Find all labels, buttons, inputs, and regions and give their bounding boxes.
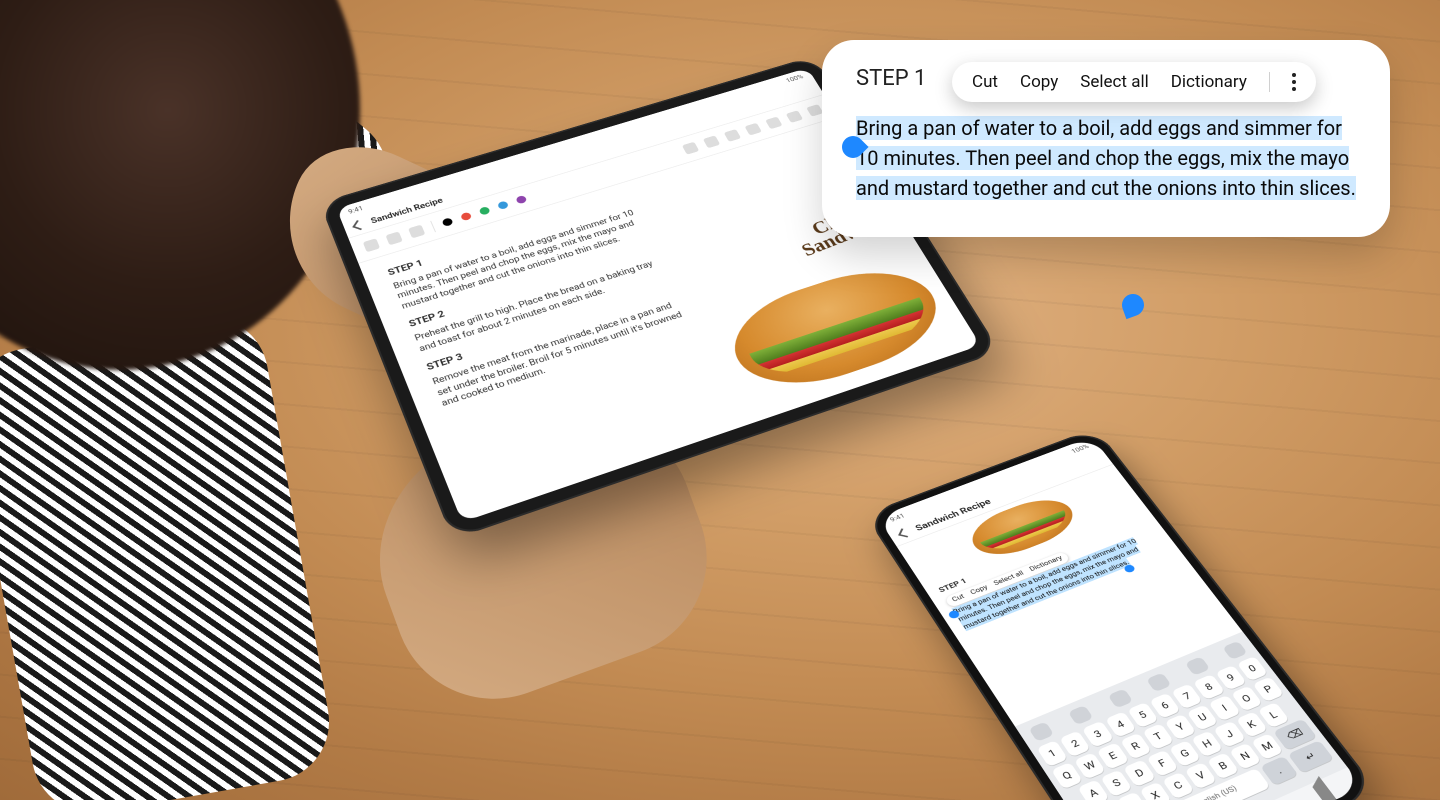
text-tool-icon[interactable]: [745, 123, 762, 136]
context-dictionary[interactable]: Dictionary: [1171, 72, 1247, 92]
context-cut[interactable]: Cut: [972, 72, 998, 92]
pen-tool-icon[interactable]: [363, 238, 380, 252]
phone-screen: 9:41 100% Sandwich Recipe STEP 1 Cut Cop…: [877, 437, 1363, 800]
color-swatch-black[interactable]: [441, 217, 453, 227]
keyboard-settings-icon[interactable]: [1028, 721, 1054, 742]
favorite-icon[interactable]: [786, 110, 803, 123]
color-swatch-green[interactable]: [478, 206, 490, 216]
color-swatch-blue[interactable]: [497, 200, 509, 210]
scene-photo: 9:41 100% Sandwich Recipe: [0, 0, 1440, 800]
phone-device: 9:41 100% Sandwich Recipe STEP 1 Cut Cop…: [864, 428, 1378, 800]
undo-icon[interactable]: [682, 142, 699, 155]
lasso-tool-icon[interactable]: [724, 129, 741, 142]
status-time: 9:41: [888, 512, 905, 523]
text-context-menu: Cut Copy Select all Dictionary: [952, 62, 1316, 102]
keyboard-more-icon[interactable]: [1222, 641, 1248, 660]
redo-icon[interactable]: [703, 135, 720, 148]
context-select-all[interactable]: Select all: [1080, 72, 1148, 92]
context-separator: [1269, 72, 1270, 92]
callout-selected-text[interactable]: Bring a pan of water to a boil, add eggs…: [856, 113, 1356, 203]
color-swatch-red[interactable]: [460, 212, 472, 222]
sandwich-illustration: [715, 255, 957, 403]
back-icon[interactable]: [898, 528, 911, 537]
toolbar-separator: [430, 221, 436, 233]
eraser-tool-icon[interactable]: [408, 225, 425, 239]
keyboard-gif-icon[interactable]: [1107, 689, 1133, 709]
color-swatch-purple[interactable]: [515, 195, 527, 205]
keyboard-mic-icon[interactable]: [1146, 672, 1172, 692]
share-icon[interactable]: [765, 117, 782, 130]
context-copy[interactable]: Copy: [1020, 72, 1058, 92]
on-screen-keyboard: 1234567890 QWERTYUIOP ASDFGHJKL ⇧ ZXCVBN…: [1015, 632, 1348, 800]
keyboard-clipboard-icon[interactable]: [1184, 656, 1210, 676]
highlighter-tool-icon[interactable]: [385, 231, 402, 245]
back-icon[interactable]: [352, 220, 365, 230]
selection-handle-end[interactable]: [1119, 291, 1147, 319]
highlighted-text[interactable]: Bring a pan of water to a boil, add eggs…: [856, 116, 1356, 200]
person-sleeve: [0, 308, 339, 800]
selection-handle-end[interactable]: [1123, 564, 1137, 574]
selection-callout-card: STEP 1 Cut Copy Select all Dictionary Br…: [822, 40, 1390, 237]
context-more-icon[interactable]: [1292, 73, 1296, 91]
status-time: 9:41: [347, 204, 364, 215]
more-icon[interactable]: [806, 104, 823, 117]
keyboard-sticker-icon[interactable]: [1068, 705, 1094, 725]
